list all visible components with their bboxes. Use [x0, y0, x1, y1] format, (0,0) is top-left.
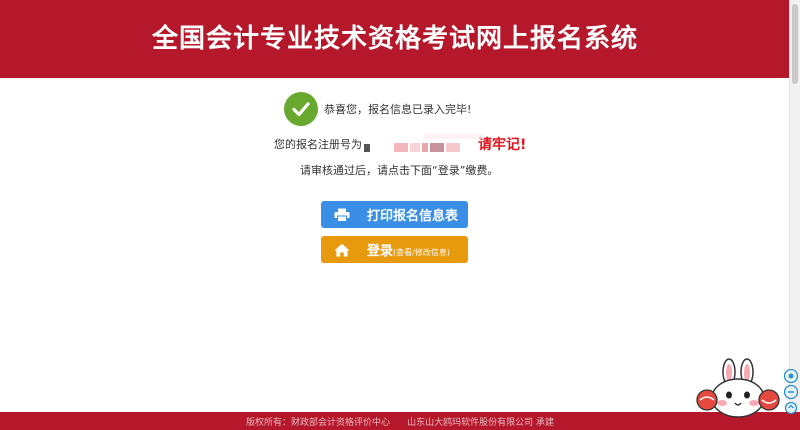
page: 全国会计专业技术资格考试网上报名系统 恭喜您，报名信息已录入完毕! 您的报名注册…: [0, 0, 800, 430]
login-button-label: 登录(查看/修改信息): [367, 240, 450, 259]
footer-copyright: 版权所有：财政部会计资格评价中心: [245, 417, 390, 428]
scrollbar-thumb[interactable]: [792, 4, 798, 84]
footer-bar: 版权所有：财政部会计资格评价中心 山东山大鸥玛软件股份有限公司 承建: [0, 412, 800, 430]
login-button[interactable]: 登录(查看/修改信息): [321, 236, 468, 263]
print-registration-button[interactable]: 打印报名信息表: [321, 201, 468, 228]
print-button-label: 打印报名信息表: [367, 209, 459, 224]
success-message: 恭喜您，报名信息已录入完毕!: [324, 103, 472, 116]
header-bar: 全国会计专业技术资格考试网上报名系统: [0, 0, 790, 78]
check-circle-icon: [284, 92, 318, 126]
registration-label: 您的报名注册号为: [274, 138, 362, 151]
payment-hint: 请审核通过后，请点击下面“登录”缴费。: [300, 164, 499, 177]
home-icon: [329, 243, 355, 257]
login-label-main: 登录: [367, 244, 394, 259]
success-message-row: 恭喜您，报名信息已录入完毕!: [284, 92, 471, 126]
side-toolbar[interactable]: [783, 368, 799, 415]
registration-number-row: 您的报名注册号为 请牢记!: [274, 131, 526, 157]
registration-number-masked: [364, 134, 484, 154]
footer-undertaker: 山东山大鸥玛软件股份有限公司 承建: [407, 417, 555, 428]
printer-icon: [329, 208, 355, 222]
vertical-scrollbar[interactable]: [789, 0, 800, 412]
remember-warning: 请牢记!: [478, 137, 527, 153]
mascot-bunny-widget[interactable]: [696, 358, 780, 420]
page-title: 全国会计专业技术资格考试网上报名系统: [151, 24, 638, 54]
login-label-sub: (查看/修改信息): [393, 248, 450, 257]
